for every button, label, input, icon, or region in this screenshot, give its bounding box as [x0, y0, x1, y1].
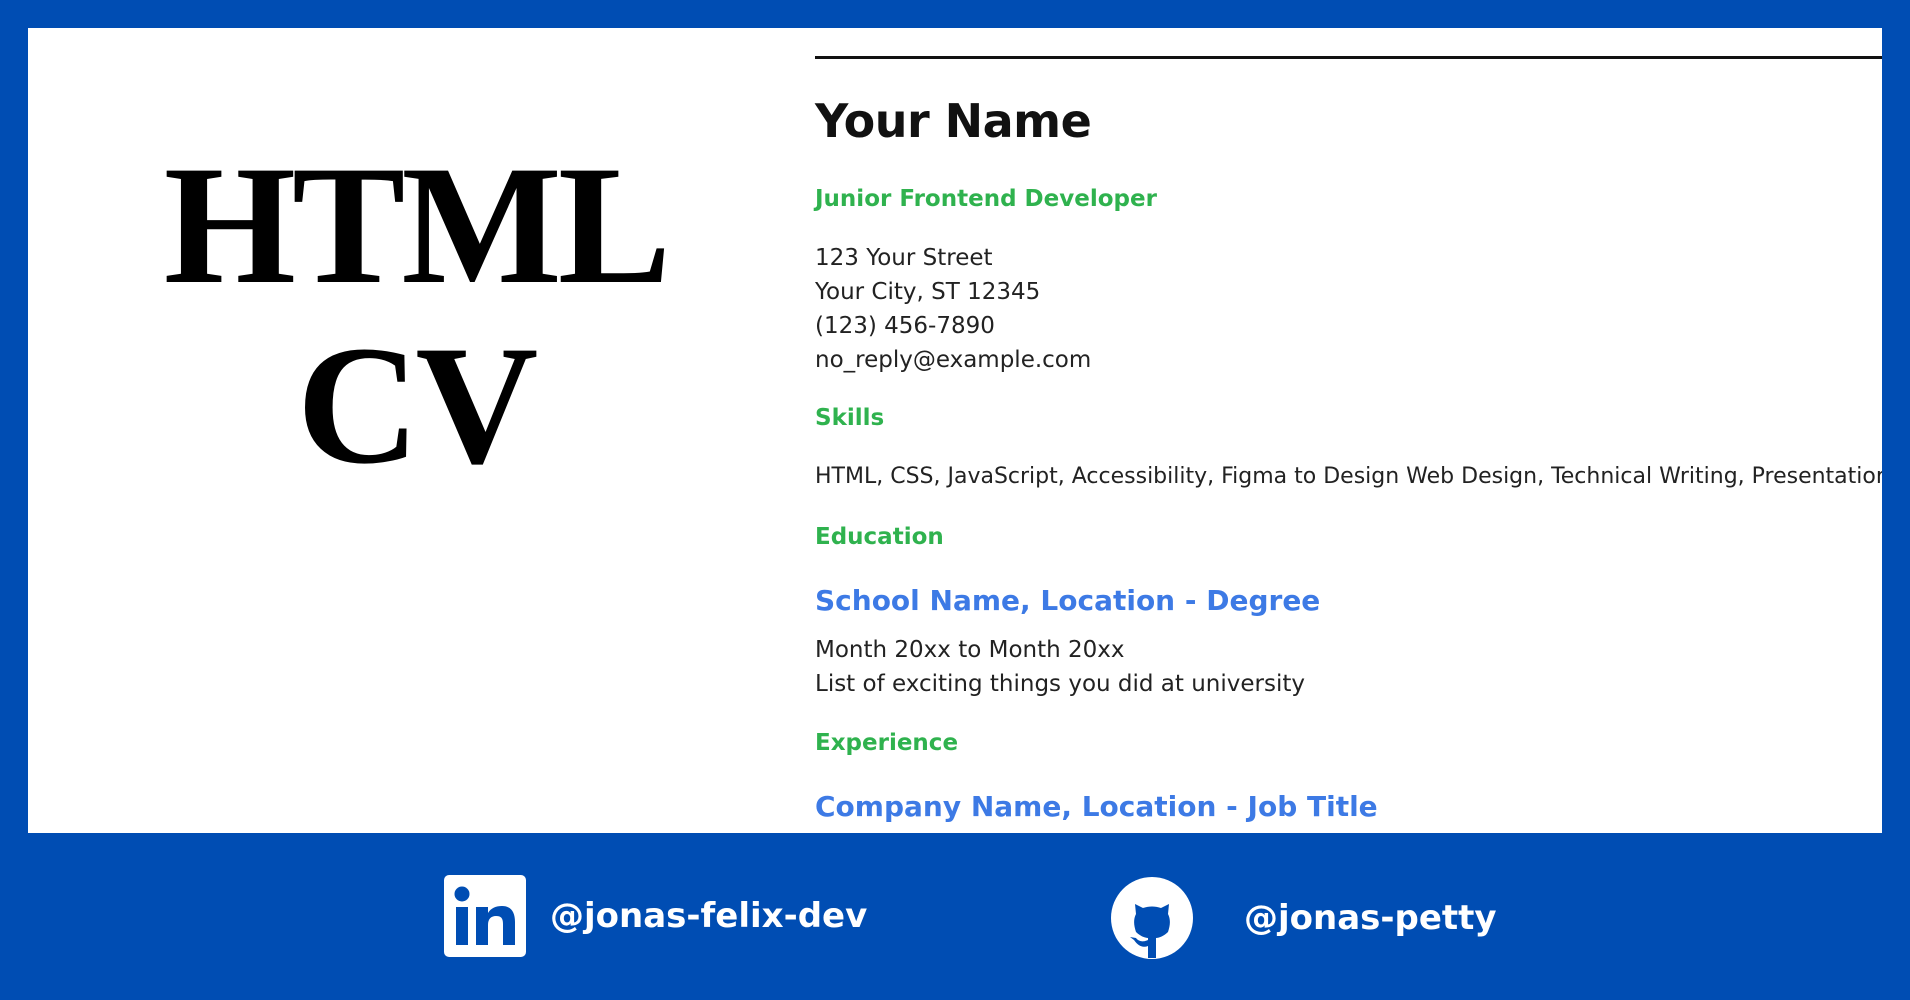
address-email: no_reply@example.com — [815, 347, 1092, 373]
big-title-html: HTML — [163, 131, 671, 319]
experience-heading: Experience — [815, 730, 959, 756]
experience-company: Company Name, Location - Job Title — [815, 790, 1378, 823]
linkedin-link[interactable]: @jonas-felix-dev — [444, 875, 867, 957]
cv-role: Junior Frontend Developer — [815, 186, 1157, 212]
big-title-cv: CV — [296, 311, 539, 499]
github-link[interactable]: @jonas-petty — [1110, 876, 1497, 960]
address-city: Your City, ST 12345 — [815, 279, 1041, 305]
cv-preview-panel: HTML CV Your Name Junior Frontend Develo… — [28, 28, 1882, 833]
cv-document: Your Name Junior Frontend Developer 123 … — [787, 28, 1882, 833]
address-street: 123 Your Street — [815, 245, 993, 271]
education-heading: Education — [815, 524, 944, 550]
education-school: School Name, Location - Degree — [815, 584, 1321, 617]
github-handle: @jonas-petty — [1244, 898, 1497, 938]
education-description: List of exciting things you did at unive… — [815, 671, 1305, 697]
address-phone: (123) 456-7890 — [815, 313, 995, 339]
cv-name: Your Name — [815, 94, 1092, 148]
linkedin-handle: @jonas-felix-dev — [550, 896, 868, 936]
skills-heading: Skills — [815, 405, 885, 431]
skills-text: HTML, CSS, JavaScript, Accessibility, Fi… — [815, 464, 1882, 489]
top-divider — [815, 56, 1882, 59]
education-dates: Month 20xx to Month 20xx — [815, 637, 1125, 663]
github-icon — [1110, 876, 1194, 960]
linkedin-icon — [444, 875, 526, 957]
